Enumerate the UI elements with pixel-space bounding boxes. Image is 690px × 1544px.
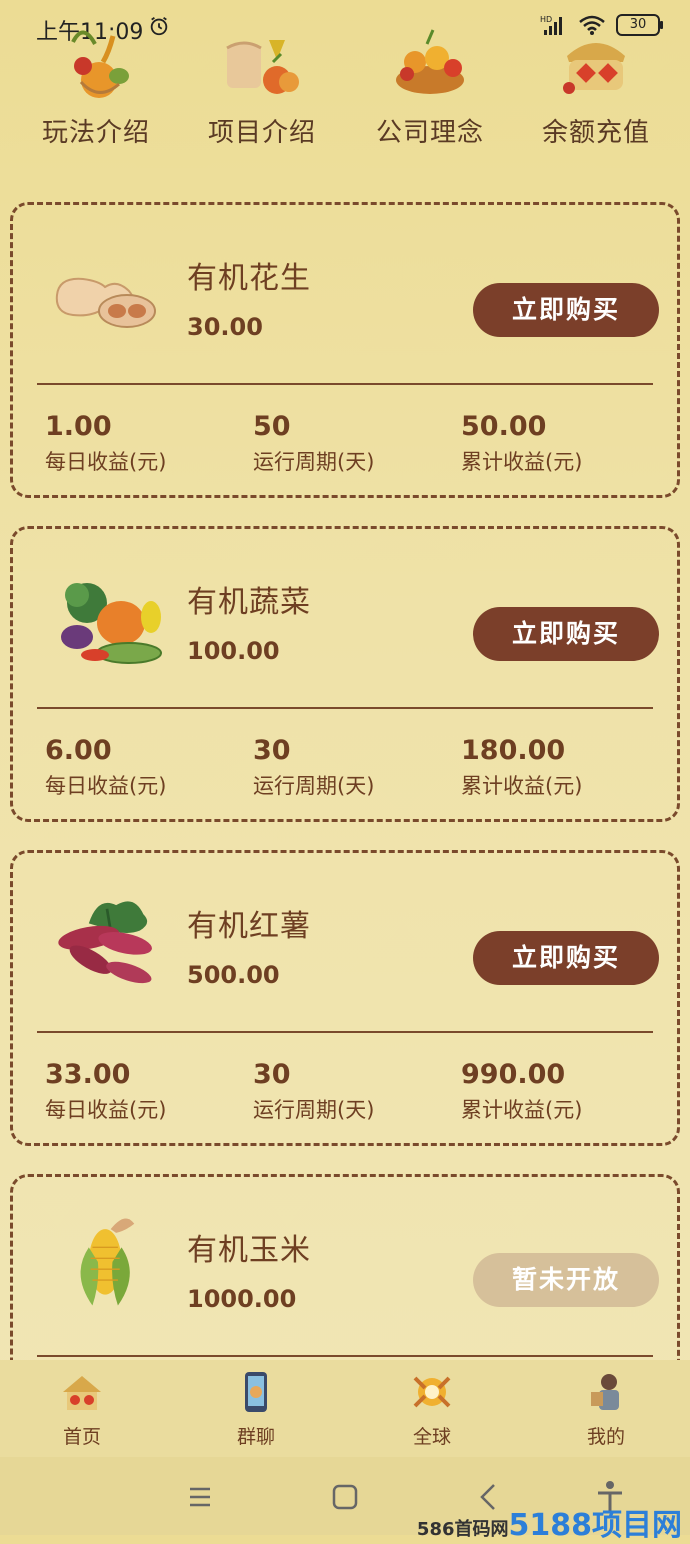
stat-label: 运行周期(天): [253, 450, 375, 474]
nav-label: 首页: [62, 1426, 101, 1448]
stat-label: 每日收益(元): [45, 774, 167, 798]
stat-period: 50 运行周期(天): [253, 411, 453, 476]
stat-value: 180.00: [461, 735, 566, 766]
home-icon: [63, 1376, 101, 1410]
product-name: 有机蔬菜: [187, 585, 311, 620]
stat-value: 50: [253, 411, 291, 442]
product-card-sweet-potato: 有机红薯 500.00 立即购买 33.00 每日收益(元) 30 运行周期(天…: [10, 850, 680, 1146]
product-card-peanut: 有机花生 30.00 立即购买 1.00 每日收益(元) 50 运行周期(天) …: [10, 202, 680, 498]
menu-label: 玩法介绍: [41, 118, 150, 148]
card-divider: [37, 1355, 653, 1357]
stat-value: 33.00: [45, 1059, 131, 1090]
stat-value: 50.00: [461, 411, 547, 442]
nav-label: 我的: [586, 1426, 625, 1448]
money-bag-icon: [563, 43, 625, 94]
stat-total-income: 180.00 累计收益(元): [461, 735, 661, 800]
top-menu: 玩法介绍 项目介绍 公司理念 余额充值: [0, 14, 690, 164]
stat-period: 30 运行周期(天): [253, 735, 453, 800]
group-chat-icon: [245, 1372, 267, 1412]
stat-label: 累计收益(元): [461, 450, 583, 474]
nav-label: 全球: [412, 1426, 451, 1448]
vegetables-icon: [61, 583, 162, 664]
stat-label: 累计收益(元): [461, 1098, 583, 1122]
menu-gameplay-intro[interactable]: 玩法介绍: [16, 14, 176, 164]
stat-daily-income: 6.00 每日收益(元): [45, 735, 245, 800]
stat-value: 30: [253, 1059, 291, 1090]
profile-icon: [591, 1374, 619, 1410]
menu-label: 公司理念: [375, 118, 484, 148]
nav-global[interactable]: 全球: [372, 1360, 492, 1457]
stat-value: 30: [253, 735, 291, 766]
bottom-nav: 首页 群聊 全球 我的: [0, 1360, 690, 1457]
menu-icon[interactable]: [180, 1477, 220, 1517]
product-price: 500.00: [187, 961, 280, 989]
menu-balance-recharge[interactable]: 余额充值: [516, 14, 676, 164]
home-square-icon[interactable]: [325, 1477, 365, 1517]
stat-value: 1.00: [45, 411, 112, 442]
product-name: 有机玉米: [187, 1233, 311, 1268]
menu-label: 余额充值: [541, 118, 650, 148]
stat-daily-income: 1.00 每日收益(元): [45, 411, 245, 476]
nav-profile[interactable]: 我的: [546, 1360, 666, 1457]
product-price: 30.00: [187, 313, 263, 341]
global-icon: [413, 1376, 451, 1408]
harvest-basket-icon: [71, 30, 129, 98]
card-divider: [37, 1031, 653, 1033]
menu-project-intro[interactable]: 项目介绍: [182, 14, 342, 164]
sweet-potato-icon: [58, 901, 152, 984]
stat-total-income: 990.00 累计收益(元): [461, 1059, 661, 1124]
watermark-prefix: 586首码网: [416, 1519, 509, 1540]
card-divider: [37, 383, 653, 385]
buy-now-button[interactable]: 立即购买: [473, 607, 659, 661]
product-name: 有机花生: [187, 261, 311, 296]
menu-company-philosophy[interactable]: 公司理念: [350, 14, 510, 164]
buy-now-button[interactable]: 立即购买: [473, 931, 659, 985]
stat-daily-income: 33.00 每日收益(元): [45, 1059, 245, 1124]
stat-label: 运行周期(天): [253, 774, 375, 798]
menu-label: 项目介绍: [207, 118, 316, 148]
nav-label: 群聊: [236, 1426, 275, 1448]
stat-label: 运行周期(天): [253, 1098, 375, 1122]
product-name: 有机红薯: [187, 909, 311, 944]
nav-home[interactable]: 首页: [22, 1360, 142, 1457]
buy-now-button[interactable]: 立即购买: [473, 283, 659, 337]
peanut-icon: [55, 277, 156, 328]
stat-value: 6.00: [45, 735, 112, 766]
watermark-brand: 5188项目网: [508, 1508, 683, 1543]
stat-period: 30 运行周期(天): [253, 1059, 453, 1124]
stat-label: 每日收益(元): [45, 1098, 167, 1122]
nav-group-chat[interactable]: 群聊: [196, 1360, 316, 1457]
corn-icon: [80, 1218, 135, 1306]
product-price: 100.00: [187, 637, 280, 665]
product-card-vegetables: 有机蔬菜 100.00 立即购买 6.00 每日收益(元) 30 运行周期(天)…: [10, 526, 680, 822]
fruit-basket-icon: [396, 29, 464, 94]
stat-value: 990.00: [461, 1059, 566, 1090]
stat-total-income: 50.00 累计收益(元): [461, 411, 661, 476]
not-open-button[interactable]: 暂未开放: [473, 1253, 659, 1307]
product-price: 1000.00: [187, 1285, 297, 1313]
grain-sack-icon: [226, 40, 299, 94]
stat-label: 累计收益(元): [461, 774, 583, 798]
stat-label: 每日收益(元): [45, 450, 167, 474]
card-divider: [37, 707, 653, 709]
watermark: 586首码网5188项目网: [417, 1500, 682, 1544]
